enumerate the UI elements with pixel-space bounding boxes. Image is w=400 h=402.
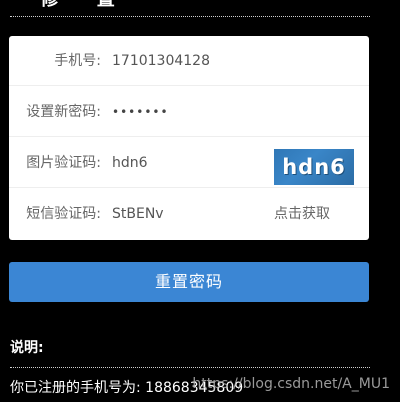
phone-label: 手机号: [54, 53, 101, 69]
captcha-image[interactable]: hdn6 [274, 149, 354, 185]
new-password-row: 设置新密码: ••••••• [9, 87, 369, 137]
sms-code-label: 短信验证码: [26, 206, 101, 222]
row-divider [9, 187, 369, 188]
watermark: https://blog.csdn.net/A_MU1 [192, 376, 390, 392]
page-title: ㄧ 修 ㄧ 置 [12, 0, 117, 10]
phone-row: 手机号: 17101304128 [9, 36, 369, 86]
get-sms-code-button[interactable]: 点击获取 [274, 189, 330, 239]
image-captcha-input[interactable]: hdn6 [112, 138, 148, 188]
image-captcha-row: 图片验证码: hdn6 hdn6 [9, 138, 369, 188]
reset-password-button[interactable]: 重置密码 [9, 262, 369, 302]
header-divider [10, 16, 370, 17]
row-divider [9, 85, 369, 86]
phone-input[interactable]: 17101304128 [112, 36, 210, 86]
password-reset-form: 手机号: 17101304128 设置新密码: ••••••• 图片验证码: h… [9, 36, 369, 240]
sms-code-input[interactable]: StBENv [112, 189, 164, 239]
row-divider [9, 136, 369, 137]
sms-code-row: 短信验证码: StBENv 点击获取 [9, 189, 369, 239]
notes-divider [10, 367, 370, 368]
image-captcha-label: 图片验证码: [26, 155, 101, 171]
new-password-input[interactable]: ••••••• [112, 87, 169, 137]
password-reset-page: ㄧ 修 ㄧ 置 手机号: 17101304128 设置新密码: ••••••• … [0, 0, 400, 402]
new-password-label: 设置新密码: [26, 104, 101, 120]
notes-title: 说明: [10, 340, 44, 356]
captcha-image-text: hdn6 [282, 155, 346, 179]
